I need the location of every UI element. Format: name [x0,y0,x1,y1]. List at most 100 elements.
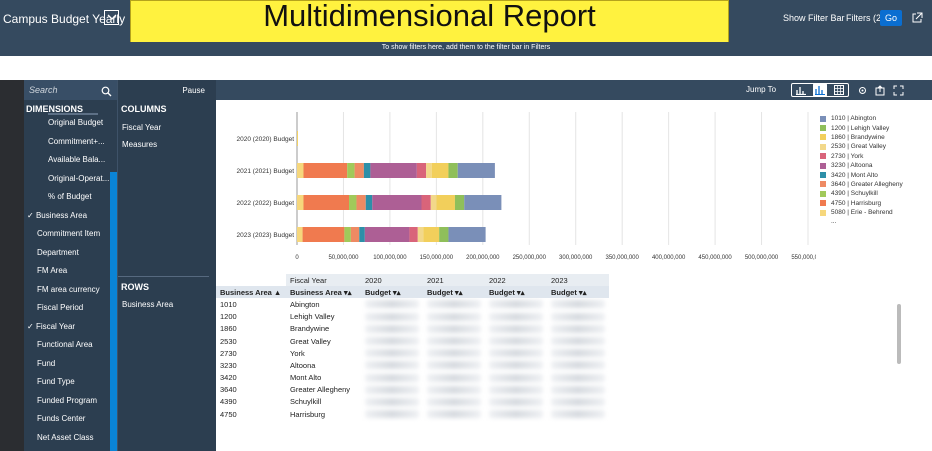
column-item-fiscal-year[interactable]: Fiscal Year [122,123,161,132]
bar-segment [416,163,427,178]
filters-link[interactable]: Filters (2) [846,13,884,23]
legend-item[interactable]: 2530 | Great Valley [820,142,903,151]
row-header-business-area-text[interactable]: Business Area ▾▴ [286,286,361,299]
redacted-value [365,385,419,394]
table-row[interactable]: 4750 Harrisburg [216,408,609,420]
dimension-item[interactable]: Original Budget [24,114,117,133]
scrollbar[interactable] [110,172,117,451]
row-item-business-area[interactable]: Business Area [122,300,173,309]
go-button[interactable]: Go [880,10,902,26]
legend-label: 1200 | Lehigh Valley [831,124,890,132]
redacted-value [427,373,481,382]
table-row[interactable]: 4390 Schuylkill [216,396,609,408]
legend-item[interactable]: 1860 | Brandywine [820,133,903,142]
year-header[interactable]: 2023 [547,274,609,287]
redacted-value [427,349,481,358]
column-item-measures[interactable]: Measures [122,140,157,149]
redacted-value [551,410,605,419]
legend-item[interactable]: 4390 | Schuylkill [820,189,903,198]
dimension-item[interactable]: ✓ Business Area [24,207,117,226]
dimension-item[interactable]: Functional Area [24,336,117,355]
dimension-item[interactable]: % of Budget [24,188,117,207]
dimension-item[interactable]: FM Area [24,262,117,281]
redacted-value [489,410,543,419]
legend-item[interactable]: 3230 | Altoona [820,161,903,170]
chart-table-view-icon[interactable] [813,83,827,97]
budget-header[interactable]: Budget ▾▴ [485,286,547,299]
row-header-business-area[interactable]: Business Area ▲ [216,286,286,299]
bar-segment [303,195,350,210]
dimension-item[interactable]: Fiscal Period [24,299,117,318]
dimension-item[interactable]: Fund Type [24,373,117,392]
budget-value-cell [485,347,547,359]
year-header[interactable]: 2022 [485,274,547,287]
table-row[interactable]: 3640 Greater Allegheny [216,384,609,396]
export-icon[interactable] [873,83,887,97]
table-row[interactable]: 1860 Brandywine [216,323,609,335]
dimension-item[interactable]: Original-Operat... [24,170,117,189]
dimension-item-label: Fiscal Period [37,303,84,312]
table-row[interactable]: 1010 Abington [216,298,609,310]
dimension-item[interactable]: FM area currency [24,281,117,300]
bar-segment [350,227,360,242]
table-row[interactable]: 2530 Great Valley [216,335,609,347]
dimension-item[interactable]: Available Bala... [24,151,117,170]
year-header[interactable]: 2020 [361,274,423,287]
legend-item[interactable]: 1200 | Lehigh Valley [820,123,903,132]
fullscreen-icon[interactable] [891,83,905,97]
budget-header[interactable]: Budget ▾▴ [423,286,485,299]
budget-value-cell [361,359,423,371]
business-area-code: 3230 [220,360,237,370]
dimension-item[interactable]: Funded Program [24,392,117,411]
table-row[interactable]: 1200 Lehigh Valley [216,311,609,323]
bar-segment [421,195,431,210]
table-row[interactable]: 3420 Mont Alto [216,372,609,384]
budget-header[interactable]: Budget ▾▴ [361,286,423,299]
dimension-list: Original Budget Commitment+... Available B… [24,114,117,451]
table-row[interactable]: 3230 Altoona [216,359,609,371]
dimension-item[interactable]: Rev/Exp [24,447,117,451]
dimension-item[interactable]: Net Asset Class [24,429,117,448]
search-icon[interactable] [101,84,112,102]
jump-to-link[interactable]: Jump To [746,85,776,94]
business-area-name: Altoona [290,360,316,370]
dimension-item[interactable]: Commitment+... [24,133,117,152]
search-input[interactable]: Search [24,80,117,100]
legend-item[interactable]: 4750 | Harrisburg [820,199,903,208]
table-view-icon[interactable] [832,83,846,97]
table-panel: Fiscal Year 2020 2021 2022 2023 Business Area… [216,269,932,451]
x-tick-label: 300,000,000 [559,255,593,261]
panel-splitter[interactable] [209,80,216,451]
dimension-item[interactable]: Commitment Item [24,225,117,244]
budget-value-cell [547,384,609,396]
year-header[interactable]: 2021 [423,274,485,287]
budget-value-cell [361,335,423,347]
pause-button[interactable]: Pause [182,86,205,95]
settings-icon[interactable] [855,83,869,97]
budget-value-cell [485,359,547,371]
chevron-down-icon[interactable] [104,10,119,25]
chart-legend: 1010 | Abington 1200 | Lehigh Valley 1860 … [820,114,903,227]
table-row[interactable]: 2730 York [216,347,609,359]
fiscal-year-header[interactable]: Fiscal Year [286,274,361,287]
redacted-value [365,410,419,419]
business-area-name: Abington [290,299,320,309]
legend-item[interactable]: 3640 | Greater Allegheny [820,180,903,189]
redacted-value [427,337,481,346]
dimension-item[interactable]: Department [24,244,117,263]
legend-item[interactable]: 3420 | Mont Alto [820,170,903,179]
chart-view-icon[interactable] [794,83,808,97]
table-scrollbar[interactable] [897,304,901,364]
chart-toolbar: Jump To [216,80,932,100]
dimension-item[interactable]: ✓ Fiscal Year [24,318,117,337]
dimension-item[interactable]: Fund [24,355,117,374]
show-filter-bar-link[interactable]: Show Filter Bar [783,13,845,23]
budget-header[interactable]: Budget ▾▴ [547,286,609,299]
x-tick-label: 500,000,000 [745,255,779,261]
legend-item[interactable]: 1010 | Abington [820,114,903,123]
redacted-value [365,361,419,370]
legend-item[interactable]: 5080 | Erie - Behrend [820,208,903,217]
dimension-item[interactable]: Funds Center [24,410,117,429]
share-icon[interactable] [911,11,923,29]
legend-item[interactable]: 2730 | York [820,152,903,161]
